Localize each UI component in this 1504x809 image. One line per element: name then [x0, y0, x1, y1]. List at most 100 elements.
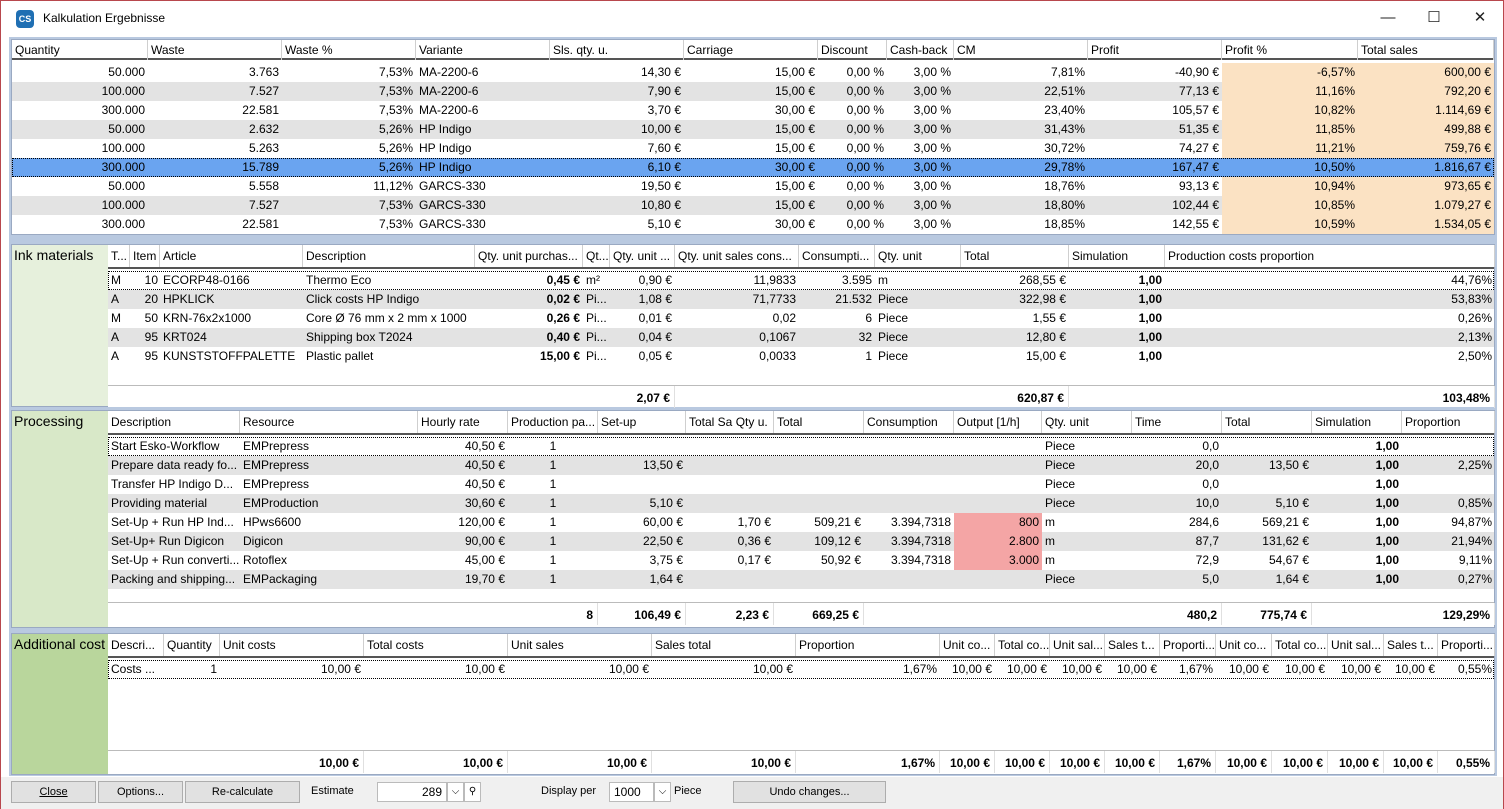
column-header[interactable]: Unit co...	[1216, 634, 1272, 656]
processing-row[interactable]: Set-Up + Run converti... Rotoflex 45,00 € 1…	[108, 551, 1494, 570]
display-per-chevron-down-icon[interactable]: ⌵	[654, 782, 671, 802]
column-header[interactable]: Sls. qty. u.	[550, 40, 684, 60]
results-row[interactable]: 50.000 5.558 11,12% GARCS-330 19,50 € 15,00 €…	[12, 177, 1494, 196]
column-header[interactable]: Hourly rate	[418, 411, 508, 433]
results-row[interactable]: 50.000 3.763 7,53% MA-2200-6 14,30 € 15,00 € 0…	[12, 63, 1494, 82]
estimate-input[interactable]: 289	[377, 782, 447, 802]
close-button[interactable]: Close	[11, 781, 96, 803]
column-header[interactable]: Production costs proportion	[1165, 245, 1495, 267]
column-header[interactable]: Total costs	[364, 634, 508, 656]
column-header[interactable]: Waste	[148, 40, 282, 60]
column-header[interactable]: T...	[108, 245, 130, 267]
column-header[interactable]: Sales t...	[1384, 634, 1438, 656]
processing-row[interactable]: Set-Up+ Run Digicon Digicon 90,00 € 1 22,50 …	[108, 532, 1494, 551]
column-header[interactable]: Unit sal...	[1050, 634, 1105, 656]
column-header[interactable]: Item	[130, 245, 160, 267]
undo-changes-button[interactable]: Undo changes...	[733, 781, 886, 803]
ink-materials-grid[interactable]: T... Item Article Description Qty. unit purc…	[108, 245, 1495, 408]
column-header[interactable]: Simulation	[1069, 245, 1165, 267]
column-header[interactable]: Consumption	[864, 411, 954, 433]
column-header[interactable]: Time	[1132, 411, 1222, 433]
column-header[interactable]: Discount	[818, 40, 887, 60]
options-button[interactable]: Options...	[98, 781, 183, 803]
column-header[interactable]: Total	[1222, 411, 1312, 433]
column-header[interactable]: Qty. unit purchas...	[475, 245, 583, 267]
ink-row[interactable]: M 50 KRN-76x2x1000 Core Ø 76 mm x 2 mm x 10…	[108, 309, 1494, 328]
ink-row[interactable]: M 10 ECORP48-0166 Thermo Eco 0,45 € m² 0,90 € 1…	[108, 271, 1494, 290]
ink-row[interactable]: A 20 HPKLICK Click costs HP Indigo 0,02 € Pi.…	[108, 290, 1494, 309]
recalculate-button[interactable]: Re-calculate	[185, 781, 300, 803]
column-header[interactable]: Total co...	[1272, 634, 1328, 656]
results-row[interactable]: 100.000 7.527 7,53% GARCS-330 10,80 € 15,00 €…	[12, 196, 1494, 215]
column-header[interactable]: Sales t...	[1105, 634, 1160, 656]
column-header[interactable]: Quantity	[164, 634, 220, 656]
processing-cell	[1222, 475, 1312, 494]
column-header[interactable]: Proporti...	[1438, 634, 1495, 656]
additional-cost-row[interactable]: Costs ... 1 10,00 € 10,00 € 10,00 € 10,00 € 1,…	[108, 660, 1494, 679]
column-header[interactable]: Qty. unit sales cons...	[675, 245, 799, 267]
processing-row[interactable]: Set-Up + Run HP Ind... HPws6600 120,00 € 1 6…	[108, 513, 1494, 532]
processing-row[interactable]: Transfer HP Indigo D... EMPrepress 40,50 €…	[108, 475, 1494, 494]
column-header[interactable]: Unit co...	[940, 634, 995, 656]
column-header[interactable]: Quantity	[12, 40, 148, 60]
column-header[interactable]: Profit	[1088, 40, 1222, 60]
column-header[interactable]: Unit sales	[508, 634, 652, 656]
column-header[interactable]: Total sales	[1358, 40, 1494, 60]
search-icon[interactable]: ⚲	[464, 782, 481, 802]
results-row[interactable]: 300.000 22.581 7,53% GARCS-330 5,10 € 30,00 €…	[12, 215, 1494, 234]
column-header[interactable]: Variante	[416, 40, 550, 60]
column-header[interactable]: Qty. unit	[875, 245, 961, 267]
results-row[interactable]: 50.000 2.632 5,26% HP Indigo 10,00 € 15,00 € 0…	[12, 120, 1494, 139]
column-header[interactable]: Qty. unit ...	[610, 245, 675, 267]
column-header[interactable]: Descri...	[108, 634, 164, 656]
results-row[interactable]: 300.000 15.789 5,26% HP Indigo 6,10 € 30,00 €…	[12, 158, 1494, 177]
column-header[interactable]: Consumpti...	[799, 245, 875, 267]
column-header[interactable]: Article	[160, 245, 303, 267]
processing-row[interactable]: Prepare data ready fo... EMPrepress 40,50 …	[108, 456, 1494, 475]
ink-cell: 0,45 €	[546, 273, 580, 287]
results-row[interactable]: 100.000 7.527 7,53% MA-2200-6 7,90 € 15,00 € 0…	[12, 82, 1494, 101]
column-header[interactable]: Profit %	[1222, 40, 1358, 60]
column-header[interactable]: Carriage	[684, 40, 818, 60]
display-per-select[interactable]: 1000	[609, 782, 654, 802]
results-row[interactable]: 300.000 22.581 7,53% MA-2200-6 3,70 € 30,00 €…	[12, 101, 1494, 120]
column-header[interactable]: Resource	[240, 411, 418, 433]
column-header[interactable]: Set-up	[598, 411, 686, 433]
results-grid[interactable]: Quantity Waste Waste % Variante Sls. qty. u.…	[11, 39, 1495, 235]
column-header[interactable]: Qty. unit	[1042, 411, 1132, 433]
ink-row[interactable]: A 95 KUNSTSTOFFPALETTE Plastic pallet 15,00 …	[108, 347, 1494, 366]
column-header[interactable]: Simulation	[1312, 411, 1402, 433]
column-header[interactable]: Total	[961, 245, 1069, 267]
column-header[interactable]: Output [1/h]	[954, 411, 1042, 433]
chevron-down-icon[interactable]: ⌵	[447, 782, 464, 802]
results-cell: 7,90 €	[647, 84, 681, 98]
column-header[interactable]: Sales total	[652, 634, 796, 656]
column-header[interactable]: Description	[108, 411, 240, 433]
column-header[interactable]: Total Sa Qty u.	[686, 411, 774, 433]
minimize-button[interactable]: —	[1365, 1, 1411, 35]
column-header[interactable]: Unit costs	[220, 634, 364, 656]
maximize-button[interactable]: ☐	[1411, 1, 1457, 35]
additional-cost-total: 10,00 €	[652, 751, 796, 773]
processing-grid[interactable]: Description Resource Hourly rate Production…	[108, 411, 1495, 627]
ink-row[interactable]: A 95 KRT024 Shipping box T2024 0,40 € Pi... 0,…	[108, 328, 1494, 347]
close-window-button[interactable]: ✕	[1457, 1, 1503, 35]
processing-row[interactable]: Start Esko-Workflow EMPrepress 40,50 € 1 Pie…	[108, 437, 1494, 456]
column-header[interactable]: Total	[774, 411, 864, 433]
column-header[interactable]: Qt...	[583, 245, 610, 267]
ink-cell: Pi...	[586, 292, 607, 306]
results-row[interactable]: 100.000 5.263 5,26% HP Indigo 7,60 € 15,00 € 0…	[12, 139, 1494, 158]
column-header[interactable]: Unit sal...	[1328, 634, 1384, 656]
column-header[interactable]: Proportion	[796, 634, 940, 656]
processing-row[interactable]: Providing material EMProduction 30,60 € 1 5,…	[108, 494, 1494, 513]
column-header[interactable]: Description	[303, 245, 475, 267]
column-header[interactable]: Proporti...	[1160, 634, 1216, 656]
column-header[interactable]: Cash-back	[887, 40, 954, 60]
column-header[interactable]: Proportion	[1402, 411, 1495, 433]
processing-row[interactable]: Packing and shipping... EMPackaging 19,70 …	[108, 570, 1494, 589]
additional-cost-grid[interactable]: Descri... Quantity Unit costs Total costs Un…	[108, 634, 1495, 774]
column-header[interactable]: Waste %	[282, 40, 416, 60]
column-header[interactable]: Production pa...	[508, 411, 598, 433]
column-header[interactable]: CM	[954, 40, 1088, 60]
column-header[interactable]: Total co...	[995, 634, 1050, 656]
